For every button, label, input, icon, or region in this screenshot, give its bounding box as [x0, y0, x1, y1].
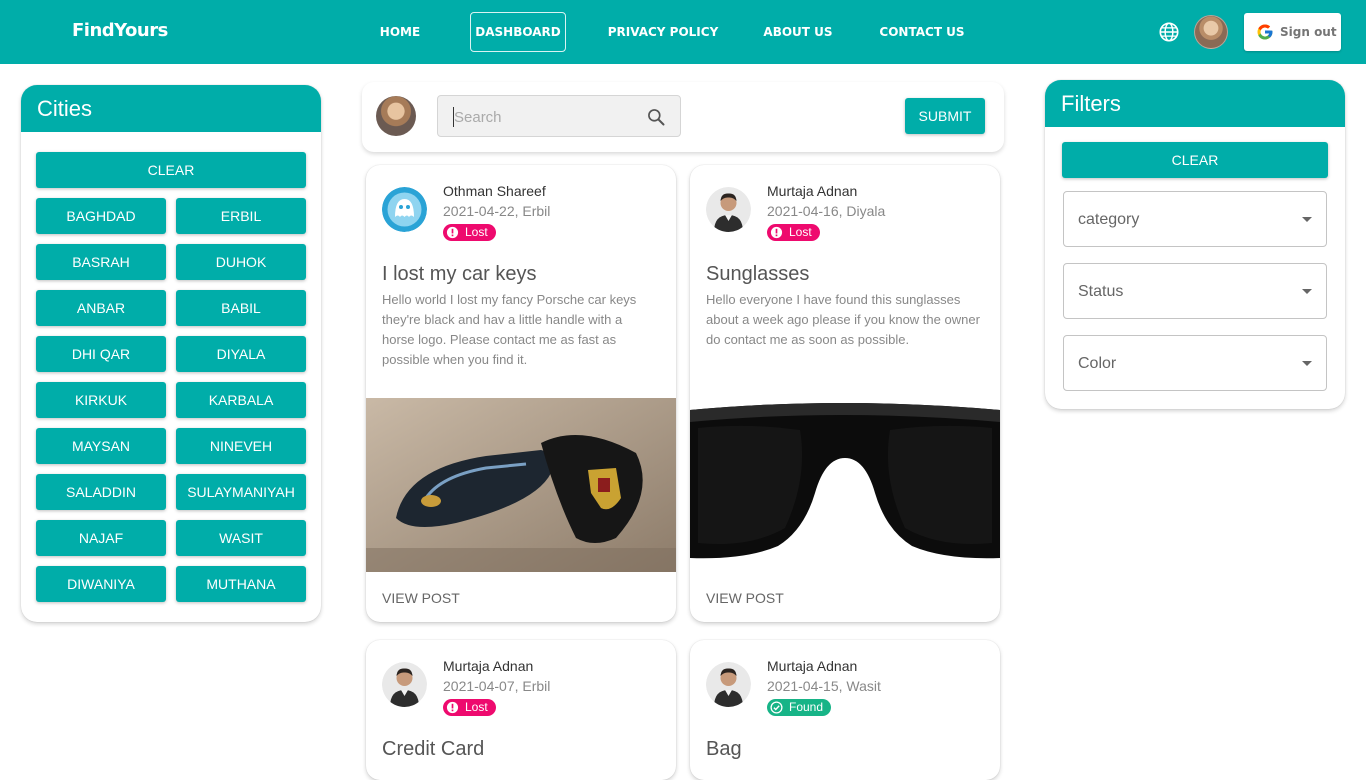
city-diyala-button[interactable]: DIYALA — [176, 336, 306, 372]
search-input[interactable]: Search — [437, 95, 681, 137]
dropdown-arrow-icon — [1302, 289, 1312, 294]
post-date-city: 2021-04-16, Diyala — [767, 203, 886, 219]
author-avatar — [382, 662, 427, 707]
globe-icon[interactable] — [1158, 21, 1180, 43]
nav-about-us[interactable]: ABOUT US — [758, 12, 838, 52]
city-nineveh-button[interactable]: NINEVEH — [176, 428, 306, 464]
post-date-city: 2021-04-22, Erbil — [443, 203, 551, 219]
cities-panel: Cities CLEAR BAGHDAD ERBIL BASRAH DUHOK … — [21, 85, 321, 622]
author-name: Murtaja Adnan — [767, 183, 858, 199]
submit-button[interactable]: SUBMIT — [905, 98, 985, 134]
google-icon — [1257, 24, 1273, 40]
nav-contact-us[interactable]: CONTACT US — [874, 12, 970, 52]
city-karbala-button[interactable]: KARBALA — [176, 382, 306, 418]
alert-icon — [446, 701, 459, 714]
status-badge: Lost — [443, 699, 496, 716]
post-card: Murtaja Adnan 2021-04-16, Diyala Lost Su… — [690, 165, 1000, 622]
status-label: Lost — [465, 700, 488, 714]
status-label: Lost — [465, 225, 488, 239]
cities-title: Cities — [21, 85, 321, 132]
city-babil-button[interactable]: BABIL — [176, 290, 306, 326]
city-maysan-button[interactable]: MAYSAN — [36, 428, 166, 464]
post-card: Othman Shareef 2021-04-22, Erbil Lost I … — [366, 165, 676, 622]
post-title: Sunglasses — [706, 263, 810, 285]
text-cursor — [453, 107, 454, 127]
view-post-button[interactable]: VIEW POST — [382, 590, 460, 606]
author-name: Murtaja Adnan — [767, 658, 858, 674]
city-duhok-button[interactable]: DUHOK — [176, 244, 306, 280]
search-icon[interactable] — [646, 107, 666, 127]
author-name: Othman Shareef — [443, 183, 546, 199]
post-card: Murtaja Adnan 2021-04-15, Wasit Found Ba… — [690, 640, 1000, 780]
search-placeholder: Search — [454, 109, 502, 126]
post-date-city: 2021-04-15, Wasit — [767, 678, 881, 694]
status-select-label: Status — [1078, 283, 1124, 300]
user-avatar[interactable] — [1194, 15, 1228, 49]
search-bar: Search SUBMIT — [362, 82, 1004, 152]
post-card: Murtaja Adnan 2021-04-07, Erbil Lost Cre… — [366, 640, 676, 780]
status-badge: Lost — [767, 224, 820, 241]
post-title: I lost my car keys — [382, 263, 537, 285]
check-circle-icon — [770, 701, 783, 714]
filters-clear-button[interactable]: CLEAR — [1062, 142, 1328, 178]
status-badge: Found — [767, 699, 832, 716]
sign-out-label: Sign out — [1280, 25, 1337, 39]
city-saladdin-button[interactable]: SALADDIN — [36, 474, 166, 510]
color-select[interactable]: Color — [1063, 335, 1327, 391]
view-post-button[interactable]: VIEW POST — [706, 590, 784, 606]
color-select-label: Color — [1078, 355, 1117, 372]
sign-out-button[interactable]: Sign out — [1244, 13, 1341, 51]
author-avatar — [706, 187, 751, 232]
cities-clear-button[interactable]: CLEAR — [36, 152, 306, 188]
filters-panel: Filters CLEAR category Status Color — [1045, 80, 1345, 409]
city-muthana-button[interactable]: MUTHANA — [176, 566, 306, 602]
dropdown-arrow-icon — [1302, 217, 1312, 222]
city-dhi-qar-button[interactable]: DHI QAR — [36, 336, 166, 372]
category-select-label: category — [1078, 211, 1140, 228]
dropdown-arrow-icon — [1302, 361, 1312, 366]
post-description: Hello world I lost my fancy Porsche car … — [382, 292, 637, 367]
nav-home[interactable]: HOME — [370, 12, 430, 52]
author-avatar — [382, 187, 427, 232]
status-label: Lost — [789, 225, 812, 239]
post-title: Bag — [706, 738, 742, 760]
city-anbar-button[interactable]: ANBAR — [36, 290, 166, 326]
car-keys-image — [366, 398, 676, 572]
city-kirkuk-button[interactable]: KIRKUK — [36, 382, 166, 418]
city-baghdad-button[interactable]: BAGHDAD — [36, 198, 166, 234]
author-name: Murtaja Adnan — [443, 658, 534, 674]
city-najaf-button[interactable]: NAJAF — [36, 520, 166, 556]
alert-icon — [446, 226, 459, 239]
author-avatar — [706, 662, 751, 707]
sunglasses-image — [690, 398, 1000, 572]
top-navbar: FindYours HOME DASHBOARD PRIVACY POLICY … — [0, 0, 1366, 64]
status-label: Found — [789, 700, 824, 714]
nav-dashboard[interactable]: DASHBOARD — [470, 12, 566, 52]
post-date-city: 2021-04-07, Erbil — [443, 678, 551, 694]
brand-logo[interactable]: FindYours — [72, 20, 168, 41]
status-select[interactable]: Status — [1063, 263, 1327, 319]
post-title: Credit Card — [382, 738, 485, 760]
filters-title: Filters — [1045, 80, 1345, 127]
alert-icon — [770, 226, 783, 239]
city-sulaymaniyah-button[interactable]: SULAYMANIYAH — [176, 474, 306, 510]
city-basrah-button[interactable]: BASRAH — [36, 244, 166, 280]
status-badge: Lost — [443, 224, 496, 241]
city-diwaniya-button[interactable]: DIWANIYA — [36, 566, 166, 602]
city-wasit-button[interactable]: WASIT — [176, 520, 306, 556]
nav-privacy-policy[interactable]: PRIVACY POLICY — [603, 12, 723, 52]
category-select[interactable]: category — [1063, 191, 1327, 247]
current-user-avatar — [376, 96, 416, 136]
post-description: Hello everyone I have found this sunglas… — [706, 292, 980, 347]
city-erbil-button[interactable]: ERBIL — [176, 198, 306, 234]
